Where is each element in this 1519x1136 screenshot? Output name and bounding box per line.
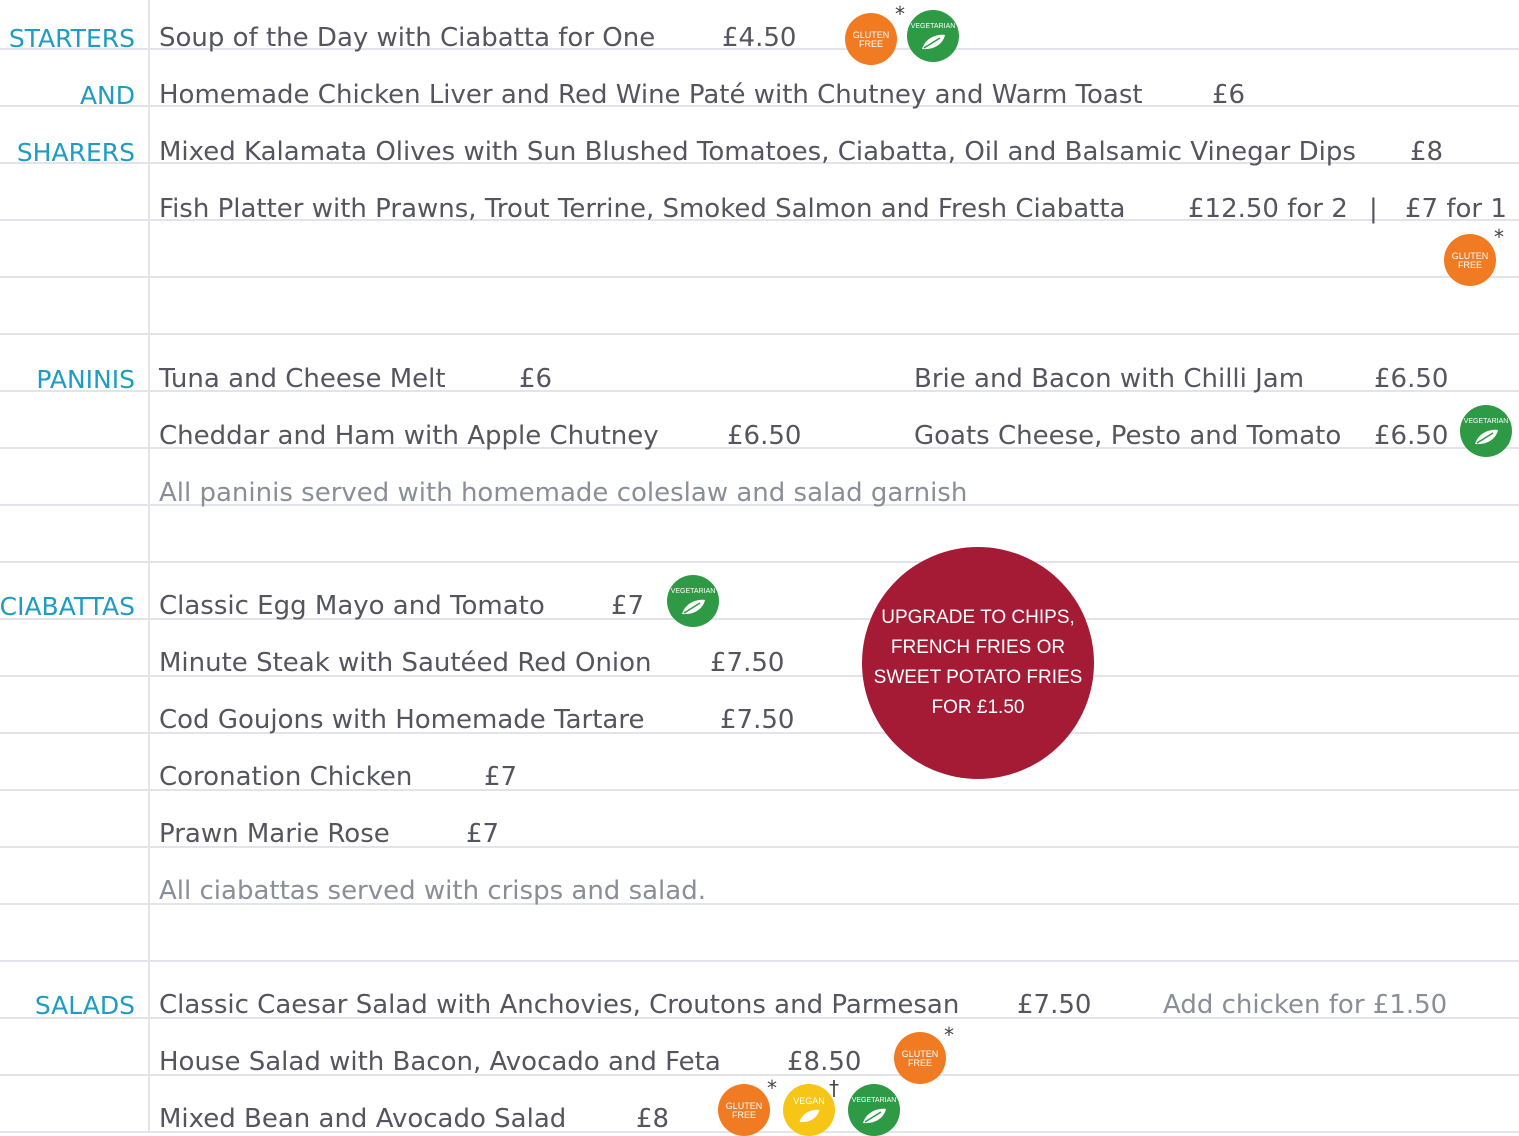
section-heading-salads: SALADS [34,991,135,1020]
promo-circle: UPGRADE TO CHIPS, FRENCH FRIES OR SWEET … [862,547,1094,779]
menu-item-price: £6.50 [1374,364,1449,394]
section-heading-starters: STARTERS [8,24,135,53]
menu-item-name: Coronation Chicken [159,762,413,792]
gluten-free-icon: GLUTEN FREE [1444,234,1496,286]
vegetarian-icon: VEGETARIAN [667,575,719,627]
section-heading-sharers: SHARERS [16,138,135,167]
menu-item-price-alt: £7 for 1 [1405,194,1507,224]
gluten-free-icon: GLUTEN FREE [718,1084,770,1136]
menu-item-name: Fish Platter with Prawns, Trout Terrine,… [159,194,1126,224]
menu-item-name: Tuna and Cheese Melt [159,364,446,394]
menu-item-price: £6 [519,364,553,394]
menu-item-price: £8 [636,1104,670,1134]
asterisk-mark: * [895,2,905,26]
menu-item-name: Cheddar and Ham with Apple Chutney [159,421,659,451]
menu-item-name: Brie and Bacon with Chilli Jam [914,364,1305,394]
rule-line [0,276,1519,278]
promo-text: UPGRADE TO CHIPS, FRENCH FRIES OR SWEET … [873,607,1083,718]
menu-item-name: Soup of the Day with Ciabatta for One [159,23,656,53]
menu-item-price: £6 [1212,80,1246,110]
vegan-icon: VEGAN [783,1084,835,1136]
section-heading-and: AND [79,81,135,110]
menu-item-price: £8.50 [787,1047,862,1077]
menu-item-price: £6.50 [727,421,802,451]
menu-item-price: £7.50 [710,648,785,678]
menu-item-price: £8 [1410,137,1444,167]
menu-item-price: £12.50 for 2 [1188,194,1348,224]
gluten-free-icon: GLUTEN FREE [894,1032,946,1084]
menu-item-price: £6.50 [1374,421,1449,451]
gluten-free-icon: GLUTEN FREE [845,13,897,65]
rule-line [0,561,1519,563]
asterisk-mark: * [1494,225,1504,249]
menu-item-name: Mixed Bean and Avocado Salad [159,1104,567,1134]
paninis-note: All paninis served with homemade colesla… [159,478,968,508]
menu-item-price: £7.50 [720,705,795,735]
menu-item-price: £7 [611,591,645,621]
vegetarian-icon: VEGETARIAN [1460,405,1512,457]
badge-label: VEGETARIAN [851,1097,897,1104]
badge-label: VEGAN [793,1096,825,1106]
menu-item-name: Mixed Kalamata Olives with Sun Blushed T… [159,137,1356,167]
vegetarian-icon: VEGETARIAN [907,10,959,62]
badge-label: FREE [858,39,883,49]
menu-item-name: House Salad with Bacon, Avocado and Feta [159,1047,721,1077]
menu-item-price: £7 [484,762,518,792]
menu-item-name: Prawn Marie Rose [159,819,390,849]
badge-label: FREE [731,1110,756,1120]
add-on-note: Add chicken for £1.50 [1163,990,1448,1020]
ciabattas-note: All ciabattas served with crisps and sal… [159,876,706,906]
menu-page: { "sections": { "starters_1": "STARTERS"… [0,0,1519,1136]
badge-label: VEGETARIAN [1463,418,1509,425]
dagger-mark: † [829,1076,839,1100]
badge-label: VEGETARIAN [910,23,956,30]
menu-item-name: Homemade Chicken Liver and Red Wine Paté… [159,80,1143,110]
rule-line [0,333,1519,335]
margin-line [148,0,150,1132]
asterisk-mark: * [767,1076,777,1100]
menu-item-price: £4.50 [722,23,797,53]
menu-item-name: Cod Goujons with Homemade Tartare [159,705,645,735]
price-separator: | [1369,194,1378,224]
badge-label: FREE [907,1058,932,1068]
menu-item-name: Goats Cheese, Pesto and Tomato [914,421,1342,451]
section-heading-paninis: PANINIS [36,365,135,394]
menu-item-name: Classic Egg Mayo and Tomato [159,591,545,621]
menu-item-price: £7 [466,819,500,849]
badge-label: VEGETARIAN [670,588,716,595]
menu-item-name: Minute Steak with Sautéed Red Onion [159,648,652,678]
badge-label: FREE [1457,260,1482,270]
menu-item-price: £7.50 [1017,990,1092,1020]
vegetarian-icon: VEGETARIAN [848,1084,900,1136]
menu-item-name: Classic Caesar Salad with Anchovies, Cro… [159,990,960,1020]
asterisk-mark: * [944,1023,954,1047]
rule-line [0,960,1519,962]
section-heading-ciabattas: CIABATTAS [0,592,135,621]
